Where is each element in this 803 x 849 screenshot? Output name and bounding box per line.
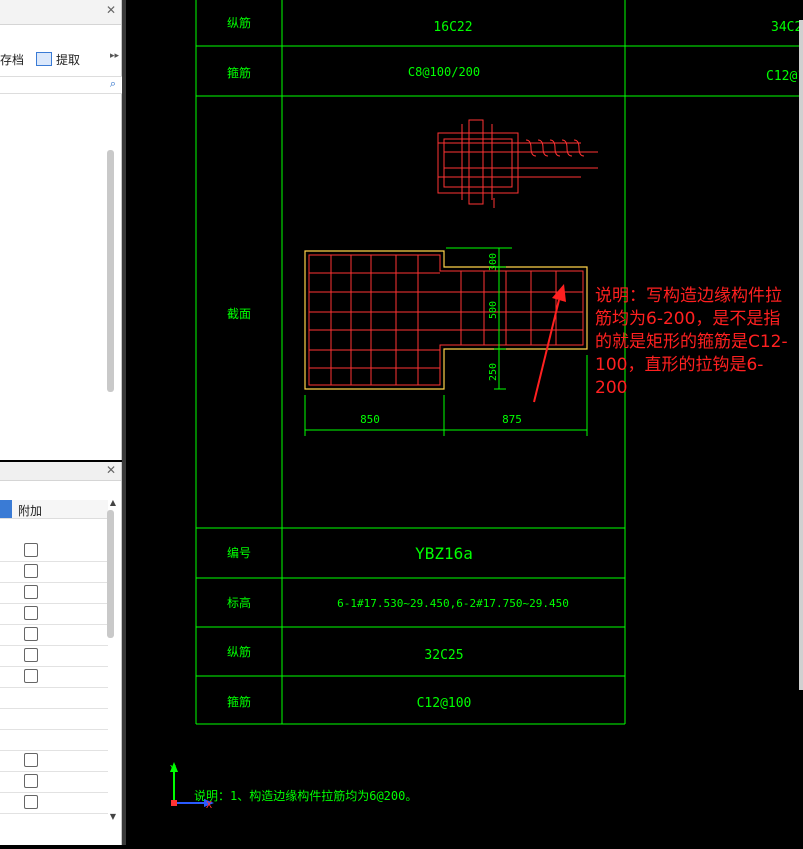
- panel-toolbar: 存档 提取 ▸▸: [0, 48, 122, 70]
- table-row[interactable]: [0, 708, 108, 730]
- scrollbar[interactable]: [799, 20, 803, 690]
- column-extra: 附加: [18, 504, 43, 518]
- table-row[interactable]: [0, 624, 108, 646]
- ucs-axis-icon: Y X: [170, 762, 214, 811]
- table-row[interactable]: [0, 729, 108, 751]
- save-button[interactable]: 存档: [0, 51, 24, 68]
- left-panel-top: ✕ 存档 提取 ▸▸ ⌕: [0, 0, 122, 460]
- cell-value: C8@100/200: [408, 65, 480, 79]
- cell-value: C12@1: [766, 69, 803, 84]
- table-row[interactable]: [0, 666, 108, 688]
- checkbox[interactable]: [24, 774, 38, 788]
- left-panel-bottom: ✕ 附加 ▲ ▼: [0, 462, 122, 845]
- table-row[interactable]: [0, 582, 108, 604]
- cell-value: 32C25: [424, 648, 463, 663]
- dimension-label: 300: [488, 253, 499, 271]
- dimension-label: 850: [360, 413, 380, 426]
- checkbox[interactable]: [24, 564, 38, 578]
- panel-tabbar: ✕: [0, 462, 121, 481]
- annotation-text: 说明：写构造边缘构件拉筋均为6-200，是不是指的就是矩形的箍筋是C12-100…: [595, 286, 788, 398]
- search-icon[interactable]: ⌕: [110, 77, 116, 91]
- row-label: 纵筋: [227, 15, 251, 30]
- cad-canvas[interactable]: 纵筋 16C22 34C25 箍筋 C8@100/200 C12@1 截面: [126, 0, 803, 845]
- scroll-down-icon[interactable]: ▼: [110, 812, 116, 821]
- dimension-label: 250: [488, 363, 499, 381]
- overflow-icon[interactable]: ▸▸: [110, 51, 119, 61]
- table-row[interactable]: [0, 792, 108, 814]
- panel-tabbar: ✕: [0, 0, 121, 25]
- checkbox[interactable]: [24, 627, 38, 641]
- svg-text:Y: Y: [170, 764, 176, 775]
- footer-note: 说明：1、构造边缘构件拉筋均为6@200。: [194, 788, 417, 803]
- scrollbar[interactable]: [107, 150, 114, 392]
- dimension-lines: [304, 247, 588, 436]
- cell-value: 16C22: [433, 20, 472, 35]
- checkbox[interactable]: [24, 795, 38, 809]
- checkbox[interactable]: [24, 648, 38, 662]
- cell-value: 6-1#17.530~29.450,6-2#17.750~29.450: [337, 597, 569, 610]
- row-label: 纵筋: [227, 644, 251, 659]
- cell-value: YBZ16a: [415, 544, 473, 563]
- checkbox[interactable]: [24, 753, 38, 767]
- scroll-up-icon[interactable]: ▲: [110, 498, 116, 507]
- dimension-label: 500: [488, 301, 499, 319]
- row-label: 箍筋: [227, 65, 251, 80]
- row-label: 编号: [227, 545, 251, 560]
- close-icon[interactable]: ✕: [106, 3, 116, 17]
- grid-header: 附加: [0, 500, 108, 519]
- table-row[interactable]: [0, 750, 108, 772]
- rebar-detail-small: [437, 119, 598, 208]
- checkbox[interactable]: [24, 543, 38, 557]
- extract-button[interactable]: 提取: [56, 51, 80, 68]
- table-row[interactable]: [0, 687, 108, 709]
- extract-icon: [36, 52, 52, 66]
- table-row[interactable]: [0, 771, 108, 793]
- row-label: 截面: [227, 307, 251, 321]
- checkbox[interactable]: [24, 606, 38, 620]
- selected-column-marker: [0, 500, 12, 518]
- svg-text:X: X: [206, 800, 212, 811]
- close-icon[interactable]: ✕: [106, 463, 116, 477]
- cell-value: C12@100: [417, 696, 472, 711]
- table-row[interactable]: [0, 540, 108, 562]
- search-input[interactable]: ⌕: [0, 76, 122, 94]
- table-row[interactable]: [0, 561, 108, 583]
- table-row[interactable]: [0, 603, 108, 625]
- scrollbar[interactable]: [107, 510, 114, 638]
- checkbox[interactable]: [24, 585, 38, 599]
- table-row[interactable]: [0, 645, 108, 667]
- rebar-grid: [308, 254, 584, 386]
- row-label: 箍筋: [227, 694, 251, 709]
- checkbox[interactable]: [24, 669, 38, 683]
- drawing: 纵筋 16C22 34C25 箍筋 C8@100/200 C12@1 截面: [170, 0, 803, 811]
- dimension-label: 875: [502, 413, 522, 426]
- row-label: 标高: [227, 595, 251, 610]
- annotation-arrow: [533, 284, 566, 403]
